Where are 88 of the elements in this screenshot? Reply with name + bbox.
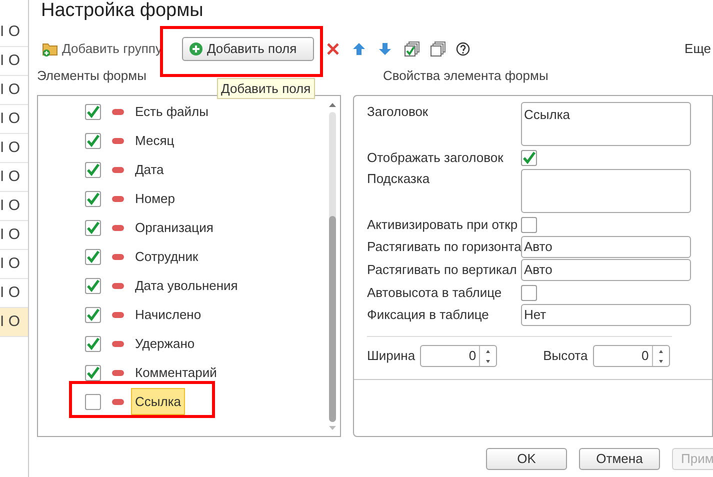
up-icon[interactable] bbox=[486, 350, 490, 352]
checkbox[interactable] bbox=[521, 284, 537, 300]
checkbox[interactable] bbox=[85, 162, 101, 178]
uncheck-all-icon[interactable] bbox=[430, 41, 446, 57]
minus-icon bbox=[112, 282, 124, 288]
property-label: Заголовок bbox=[367, 103, 430, 121]
minus-icon bbox=[112, 108, 124, 114]
tree-item[interactable]: Месяц bbox=[131, 127, 178, 154]
check-icon bbox=[86, 220, 100, 234]
check-icon bbox=[86, 308, 100, 322]
dialog-button[interactable]: OK bbox=[486, 448, 567, 470]
property-label: Растягивать по горизонта bbox=[367, 238, 521, 256]
add-group-button[interactable]: Добавить группу bbox=[42, 39, 162, 59]
number-spinner[interactable]: 0 bbox=[592, 345, 670, 367]
minus-icon bbox=[112, 254, 124, 260]
text-area[interactable] bbox=[521, 169, 691, 213]
check-icon bbox=[522, 150, 536, 164]
checkbox[interactable] bbox=[85, 278, 101, 294]
tree-item[interactable]: Дата увольнения bbox=[131, 272, 242, 299]
input-field[interactable]: Авто bbox=[521, 259, 691, 281]
tree-item[interactable]: Дата bbox=[131, 156, 168, 183]
add-fields-button[interactable]: Добавить поля bbox=[182, 37, 314, 61]
checkbox[interactable] bbox=[85, 336, 101, 352]
size-label: Ширина bbox=[367, 347, 416, 366]
dialog-button[interactable]: Отмена bbox=[579, 448, 660, 470]
property-label: Фиксация в таблице bbox=[367, 306, 490, 324]
panel-title: Элементы формы bbox=[37, 67, 148, 86]
minus-icon bbox=[112, 224, 124, 230]
arrow-down-icon[interactable] bbox=[378, 42, 392, 56]
property-label: Активизировать при откр bbox=[367, 216, 519, 234]
checkbox[interactable] bbox=[85, 190, 101, 206]
checkbox[interactable] bbox=[85, 220, 101, 236]
check-icon bbox=[86, 336, 100, 350]
check-icon bbox=[86, 134, 100, 148]
window-title: Настройка формы bbox=[40, 0, 204, 22]
property-label: Автовысота в таблице bbox=[367, 284, 503, 302]
checkbox[interactable] bbox=[85, 132, 101, 148]
check-icon bbox=[86, 250, 100, 264]
check-icon bbox=[86, 366, 100, 380]
tooltip: Добавить поля bbox=[217, 78, 315, 99]
tree-item[interactable]: Начислено bbox=[131, 301, 206, 328]
number-spinner[interactable]: 0 bbox=[420, 345, 498, 367]
checkbox[interactable] bbox=[85, 248, 101, 264]
check-icon bbox=[86, 162, 100, 176]
help-icon[interactable] bbox=[456, 42, 470, 56]
up-icon[interactable] bbox=[658, 350, 663, 352]
tree-item[interactable]: Удержано bbox=[131, 330, 199, 357]
minus-icon bbox=[112, 138, 124, 144]
tree-item[interactable]: Ссылка bbox=[131, 388, 186, 415]
checkbox[interactable] bbox=[85, 306, 101, 322]
down-icon[interactable] bbox=[658, 360, 663, 362]
text-area[interactable]: Ссылка bbox=[521, 102, 691, 146]
input-field[interactable]: Нет bbox=[521, 304, 691, 326]
minus-icon bbox=[112, 312, 124, 318]
down-icon[interactable] bbox=[486, 360, 490, 362]
minus-icon bbox=[112, 166, 124, 172]
minus-icon bbox=[112, 196, 124, 202]
scroll-down-icon[interactable] bbox=[328, 426, 336, 430]
property-label: Отображать заголовок bbox=[367, 148, 504, 167]
checkbox[interactable] bbox=[521, 150, 537, 166]
tree-item[interactable]: Сотрудник bbox=[131, 243, 202, 270]
panel-title: Свойства элемента формы bbox=[383, 67, 548, 86]
arrow-up-icon[interactable] bbox=[352, 42, 366, 56]
check-all-icon[interactable] bbox=[404, 41, 420, 57]
checkbox[interactable] bbox=[521, 216, 537, 232]
minus-icon bbox=[112, 398, 124, 404]
checkbox[interactable] bbox=[85, 364, 101, 380]
more-button[interactable]: Еще bbox=[684, 39, 711, 59]
check-icon bbox=[86, 104, 100, 118]
checkbox[interactable] bbox=[85, 394, 101, 410]
list-row[interactable]: I О bbox=[0, 308, 28, 337]
minus-icon bbox=[112, 340, 124, 346]
tree-item[interactable]: Номер bbox=[131, 185, 180, 212]
check-icon bbox=[86, 192, 100, 206]
check-icon bbox=[86, 278, 100, 292]
input-field[interactable]: Авто bbox=[521, 236, 691, 258]
checkbox[interactable] bbox=[85, 104, 101, 120]
tree-item[interactable]: Организация bbox=[131, 214, 218, 241]
property-label: Растягивать по вертикал bbox=[367, 261, 518, 280]
tree-item[interactable]: Есть файлы bbox=[131, 98, 212, 125]
property-label: Подсказка bbox=[367, 170, 431, 188]
plus-circle-icon bbox=[188, 42, 203, 56]
delete-icon[interactable] bbox=[326, 42, 340, 56]
tree-item[interactable]: Комментарий bbox=[131, 359, 221, 386]
scroll-up-icon[interactable] bbox=[328, 103, 336, 107]
size-label: Высота bbox=[543, 347, 588, 366]
folder-plus-icon bbox=[42, 41, 58, 57]
minus-icon bbox=[112, 370, 124, 376]
